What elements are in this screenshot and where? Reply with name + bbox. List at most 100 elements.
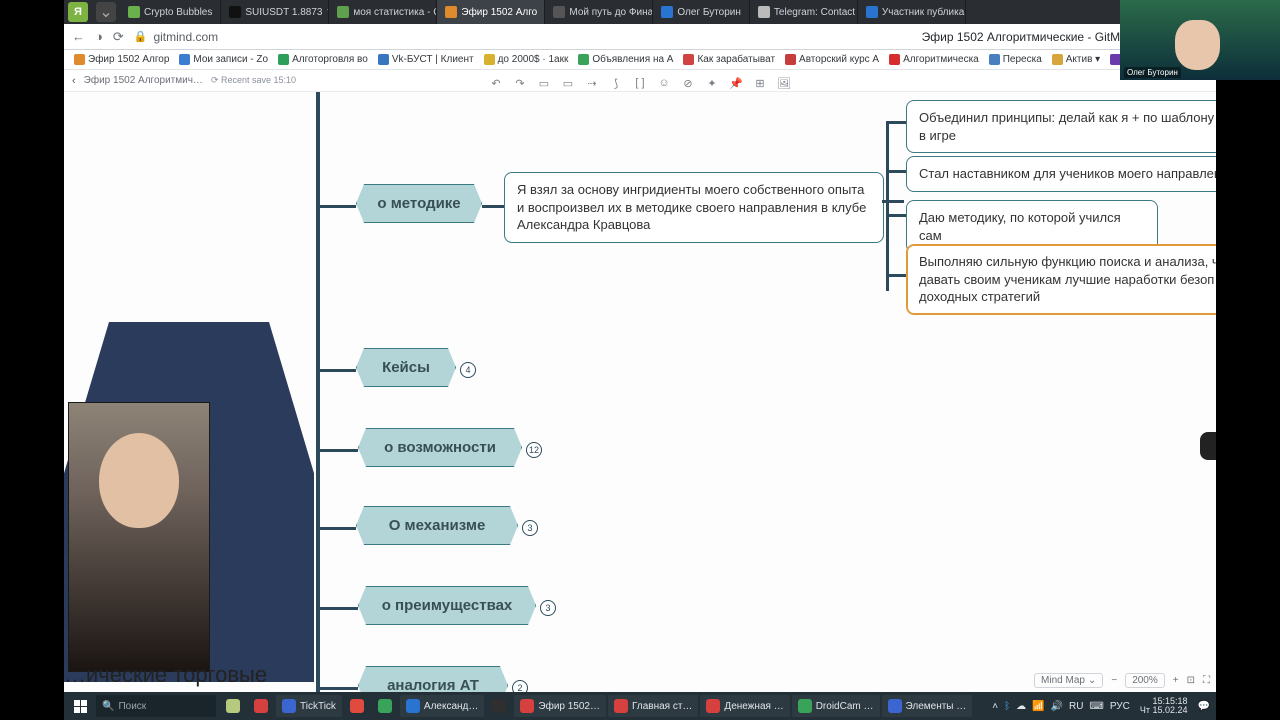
taskbar-app[interactable]: Элементы …	[882, 695, 973, 717]
taskbar-app[interactable]	[344, 695, 370, 717]
cloud-icon[interactable]: ☁	[1016, 701, 1026, 712]
browser-tab[interactable]: Эфир 1502 Алго	[437, 0, 545, 24]
mindmap-canvas[interactable]: о методике Я взял за основу ингридиенты м…	[64, 92, 1216, 692]
undo-icon[interactable]: ↶	[489, 77, 503, 90]
taskbar-app[interactable]	[248, 695, 274, 717]
mindmap-child-node[interactable]: Стал наставником для учеников моего напр…	[906, 156, 1216, 192]
branch-line	[882, 200, 904, 203]
child-count-badge[interactable]: 2	[512, 680, 528, 692]
mindmap-description[interactable]: Я взял за основу ингридиенты моего собст…	[504, 172, 884, 243]
taskbar-app[interactable]	[486, 695, 512, 717]
lock-icon: 🔒	[134, 30, 148, 43]
mindmap-node-method[interactable]: о методике	[356, 184, 482, 223]
branch-line	[318, 369, 356, 372]
mindmap-node-ana[interactable]: аналогия АТ	[358, 666, 508, 692]
bookmark-item[interactable]: Как зарабатыват	[679, 54, 779, 65]
shield-icon[interactable]: ◑	[95, 29, 103, 44]
link-icon[interactable]: ⊘	[681, 77, 695, 90]
zoom-level[interactable]: 200%	[1125, 673, 1165, 688]
browser-tab[interactable]: Олег Буторин	[653, 0, 750, 24]
browser-tab[interactable]: моя статистика - С	[329, 0, 437, 24]
mindmap-node-mech[interactable]: О механизме	[356, 506, 518, 545]
mindmap-child-node[interactable]: Выполняю сильную функцию поиска и анализ…	[906, 244, 1216, 315]
bookmark-item[interactable]: Объявления на А	[574, 54, 677, 65]
zoom-in-icon[interactable]: +	[1173, 675, 1179, 686]
taskbar-app[interactable]: Денежная …	[700, 695, 789, 717]
branch-line	[318, 607, 358, 610]
bookmarks-bar: Эфир 1502 АлгорМои записи - ZoАлготоргов…	[64, 50, 1216, 70]
os-home-button[interactable]: Я	[68, 2, 88, 22]
taskbar-app[interactable]: Главная ст…	[608, 695, 698, 717]
format-icon[interactable]: ⊞	[753, 77, 767, 90]
bluetooth-icon[interactable]: ᛒ	[1004, 701, 1010, 712]
volume-icon[interactable]: 🔊	[1051, 701, 1063, 712]
bracket-icon[interactable]: [ ]	[633, 77, 647, 89]
taskbar-app[interactable]: TickTick	[276, 695, 342, 717]
image-icon[interactable]: 🖼	[777, 77, 791, 90]
bookmark-item[interactable]: Эфир 1502 Алгор	[70, 54, 173, 65]
search-icon: 🔍	[102, 701, 114, 712]
browser-tab[interactable]: SUIUSDT 1.8873 ▼	[221, 0, 329, 24]
summary-icon[interactable]: ⟆	[609, 77, 623, 90]
taskbar-app[interactable]: DroidCam …	[792, 695, 880, 717]
browser-tab[interactable]: Участник публика	[858, 0, 966, 24]
back-icon[interactable]: ←	[72, 29, 85, 44]
zoom-out-icon[interactable]: −	[1111, 675, 1117, 686]
url-host: gitmind.com	[153, 30, 218, 44]
view-mode-select[interactable]: Mind Map⌄	[1034, 673, 1103, 688]
taskbar-search[interactable]: 🔍 Поиск	[96, 695, 216, 717]
taskbar-app[interactable]	[220, 695, 246, 717]
crumb-back-icon[interactable]: ‹	[72, 75, 76, 87]
os-menu-button[interactable]: ⌄	[96, 2, 116, 22]
presenter-photo	[68, 402, 210, 672]
browser-tab[interactable]: Мой путь до Фина	[545, 0, 653, 24]
bookmark-item[interactable]: Алгоритмическа	[885, 54, 983, 65]
branch-line	[318, 449, 358, 452]
url-field[interactable]: 🔒 gitmind.com	[134, 30, 912, 44]
pin-icon[interactable]: 📌	[729, 77, 743, 90]
browser-tab-strip: Я ⌄ Crypto BubblesSUIUSDT 1.8873 ▼моя ст…	[64, 0, 1216, 24]
ai-icon[interactable]: ✦	[705, 77, 719, 90]
child-count-badge[interactable]: 3	[540, 600, 556, 616]
branch-line	[318, 687, 358, 690]
reload-icon[interactable]: ⟳	[113, 29, 124, 45]
bookmark-item[interactable]: до 2000$ · 1акк	[480, 54, 573, 65]
mindmap-node-adv[interactable]: о преимуществах	[358, 586, 536, 625]
redo-icon[interactable]: ↷	[513, 77, 527, 90]
fit-icon[interactable]: ⊡	[1187, 675, 1195, 686]
bookmark-item[interactable]: Алготорговля во	[274, 54, 372, 65]
kb-indicator[interactable]: ⌨	[1089, 701, 1103, 712]
mindmap-child-node[interactable]: Объединил принципы: делай как я + по шаб…	[906, 100, 1216, 153]
taskbar-app[interactable]: Эфир 1502…	[514, 695, 606, 717]
side-widget[interactable]	[1200, 432, 1216, 460]
network-icon[interactable]: 📶	[1032, 701, 1044, 712]
emoji-icon[interactable]: ☺	[657, 77, 671, 89]
taskbar-app[interactable]: Александ…	[400, 695, 484, 717]
lang-indicator[interactable]: RU	[1069, 701, 1083, 712]
bookmark-item[interactable]: Актив ▾	[1048, 54, 1104, 65]
child-count-badge[interactable]: 3	[522, 520, 538, 536]
browser-tab[interactable]: Crypto Bubbles	[120, 0, 221, 24]
fullscreen-icon[interactable]: ⛶	[1203, 675, 1210, 686]
bookmark-item[interactable]: Vk-БУСТ | Клиент	[374, 54, 478, 65]
tray-chevron-icon[interactable]: ˄	[992, 701, 998, 712]
windows-taskbar: 🔍 Поиск TickTick Александ… Эфир 1502…Главн…	[64, 692, 1216, 720]
notifications-icon[interactable]: 💬	[1198, 701, 1210, 712]
lang-layout[interactable]: РУС	[1110, 701, 1130, 712]
browser-tab[interactable]: Telegram: Contact	[750, 0, 858, 24]
mindmap-node-cases[interactable]: Кейсы	[356, 348, 456, 387]
taskbar-app[interactable]	[372, 695, 398, 717]
system-tray[interactable]: ˄ ᛒ ☁ 📶 🔊 RU ⌨ РУС 15:15:18 Чт 15.02.24 …	[986, 697, 1216, 715]
child-count-badge[interactable]: 4	[460, 362, 476, 378]
relation-icon[interactable]: ⇢	[585, 77, 599, 90]
start-button[interactable]	[68, 694, 92, 718]
mindmap-node-opp[interactable]: о возможности	[358, 428, 522, 467]
taskbar-clock[interactable]: 15:15:18 Чт 15.02.24	[1136, 697, 1192, 715]
bookmark-item[interactable]: Авторский курс А	[781, 54, 883, 65]
crumb-title[interactable]: Эфир 1502 Алгоритмич…	[84, 75, 203, 86]
node-icon[interactable]: ▭	[537, 77, 551, 90]
child-count-badge[interactable]: 12	[526, 442, 542, 458]
subnode-icon[interactable]: ▭	[561, 77, 575, 90]
bookmark-item[interactable]: Переска	[985, 54, 1046, 65]
bookmark-item[interactable]: Мои записи - Zo	[175, 54, 272, 65]
